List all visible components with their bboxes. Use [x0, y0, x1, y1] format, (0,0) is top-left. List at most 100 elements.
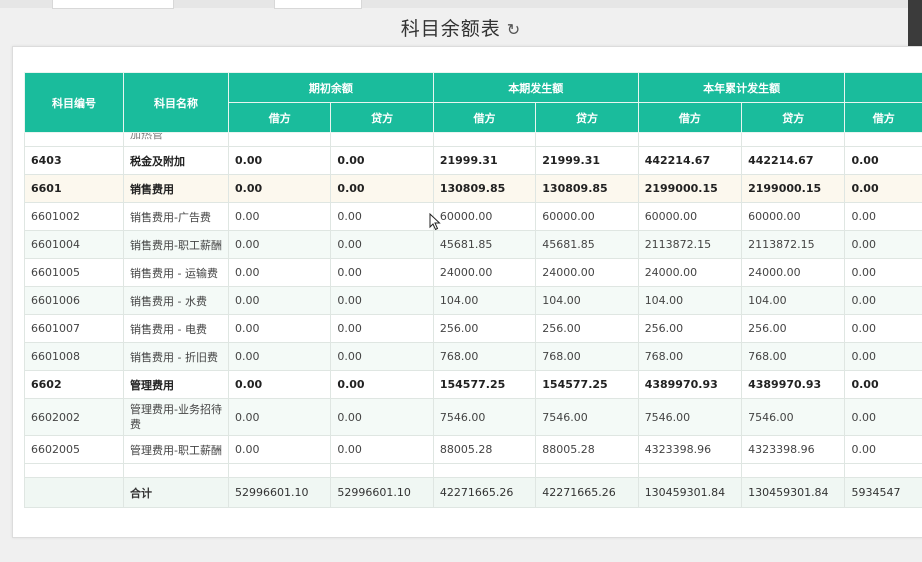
cell-value: 0.00 — [845, 399, 922, 436]
cell-value: 2113872.15 — [638, 231, 741, 259]
table-row[interactable]: 6602002 管理费用-业务招待费 0.00 0.00 7546.00 754… — [25, 399, 922, 436]
table-row[interactable]: 6601004 销售费用-职工薪酬 0.00 0.00 45681.85 456… — [25, 231, 922, 259]
cell-value: 0.00 — [845, 175, 922, 203]
footer-label: 合计 — [124, 478, 229, 508]
cell-value: 88005.28 — [536, 436, 638, 464]
cell-value: 7546.00 — [638, 399, 741, 436]
cell — [742, 464, 845, 478]
cell-value: 154577.25 — [536, 371, 638, 399]
cell-value: 0.00 — [331, 147, 433, 175]
table-row[interactable]: 6601007 销售费用 - 电费 0.00 0.00 256.00 256.0… — [25, 315, 922, 343]
table-row[interactable]: 6601005 销售费用 - 运输费 0.00 0.00 24000.00 24… — [25, 259, 922, 287]
cell-name: 销售费用-职工薪酬 — [124, 231, 229, 259]
cell — [331, 133, 433, 147]
cell-value: 0.00 — [331, 343, 433, 371]
cell — [25, 464, 124, 478]
cell-value: 24000.00 — [638, 259, 741, 287]
footer-value: 42271665.26 — [536, 478, 638, 508]
cell-value: 88005.28 — [433, 436, 535, 464]
col-header-credit[interactable]: 贷方 — [331, 103, 433, 133]
cell — [25, 478, 124, 508]
cell-value: 0.00 — [229, 343, 331, 371]
cell-value: 24000.00 — [433, 259, 535, 287]
footer-value: 130459301.84 — [742, 478, 845, 508]
table-row[interactable]: 6601008 销售费用 - 折旧费 0.00 0.00 768.00 768.… — [25, 343, 922, 371]
cell-name: 加热管 — [124, 133, 229, 147]
col-header-credit[interactable]: 贷方 — [742, 103, 845, 133]
footer-value: 5934547 — [845, 478, 922, 508]
cell-value: 0.00 — [845, 371, 922, 399]
cell-value: 154577.25 — [433, 371, 535, 399]
cell-value: 60000.00 — [536, 203, 638, 231]
cell-value: 0.00 — [331, 399, 433, 436]
cell-value: 104.00 — [742, 287, 845, 315]
cell-code: 6601008 — [25, 343, 124, 371]
table-viewport[interactable]: 科目编号 科目名称 期初余额 本期发生额 本年累计发生额 借方 贷方 借方 贷方… — [24, 72, 922, 562]
cell — [638, 133, 741, 147]
footer-value: 52996601.10 — [331, 478, 433, 508]
cell — [845, 133, 922, 147]
cell-value: 0.00 — [845, 203, 922, 231]
cell-code: 6602002 — [25, 399, 124, 436]
table-row[interactable]: 6601002 销售费用-广告费 0.00 0.00 60000.00 6000… — [25, 203, 922, 231]
cell-name: 销售费用 - 运输费 — [124, 259, 229, 287]
col-header-debit-partial[interactable]: 借方 — [845, 103, 922, 133]
cell-value: 104.00 — [536, 287, 638, 315]
page-title-text: 科目余额表 — [401, 18, 501, 40]
nav-tab[interactable] — [52, 0, 174, 9]
cell-value: 104.00 — [638, 287, 741, 315]
cell-value: 0.00 — [845, 287, 922, 315]
cell — [742, 133, 845, 147]
cell-name: 管理费用 — [124, 371, 229, 399]
cell-value: 0.00 — [845, 343, 922, 371]
col-header-debit[interactable]: 借方 — [433, 103, 535, 133]
report-panel: 科目编号 科目名称 期初余额 本期发生额 本年累计发生额 借方 贷方 借方 贷方… — [12, 46, 922, 538]
cell-code: 6602005 — [25, 436, 124, 464]
col-header-code[interactable]: 科目编号 — [25, 73, 124, 133]
col-header-debit[interactable]: 借方 — [229, 103, 331, 133]
refresh-icon[interactable]: ↻ — [507, 20, 521, 39]
balance-table: 科目编号 科目名称 期初余额 本期发生额 本年累计发生额 借方 贷方 借方 贷方… — [24, 72, 922, 508]
col-group-ytd: 本年累计发生额 — [638, 73, 845, 103]
cell-value: 0.00 — [331, 315, 433, 343]
cell-value: 256.00 — [536, 315, 638, 343]
cell-name: 管理费用-职工薪酬 — [124, 436, 229, 464]
col-header-name[interactable]: 科目名称 — [124, 73, 229, 133]
cell-name: 销售费用-广告费 — [124, 203, 229, 231]
cell-value: 0.00 — [331, 436, 433, 464]
table-row-highlighted[interactable]: 6601 销售费用 0.00 0.00 130809.85 130809.85 … — [25, 175, 922, 203]
col-header-credit[interactable]: 贷方 — [536, 103, 638, 133]
cell-value: 0.00 — [331, 203, 433, 231]
cell-value: 256.00 — [638, 315, 741, 343]
cell-value: 60000.00 — [433, 203, 535, 231]
cell-value: 24000.00 — [742, 259, 845, 287]
cell-name-text: 加热管 — [130, 133, 222, 143]
table-row-partial[interactable]: 加热管 — [25, 133, 922, 147]
table-row[interactable]: 6601006 销售费用 - 水费 0.00 0.00 104.00 104.0… — [25, 287, 922, 315]
cell-value: 442214.67 — [742, 147, 845, 175]
cell-value: 104.00 — [433, 287, 535, 315]
col-header-debit[interactable]: 借方 — [638, 103, 741, 133]
cell — [433, 464, 535, 478]
cell-value: 2113872.15 — [742, 231, 845, 259]
browser-tab-strip — [0, 0, 922, 8]
cell-name: 销售费用 - 折旧费 — [124, 343, 229, 371]
cell-value: 0.00 — [845, 315, 922, 343]
table-row[interactable]: 6602 管理费用 0.00 0.00 154577.25 154577.25 … — [25, 371, 922, 399]
cell-value: 768.00 — [433, 343, 535, 371]
cell-value: 0.00 — [331, 259, 433, 287]
table-row[interactable]: 6403 税金及附加 0.00 0.00 21999.31 21999.31 4… — [25, 147, 922, 175]
cell-value: 0.00 — [229, 147, 331, 175]
table-row-partial[interactable] — [25, 464, 922, 478]
cell-value: 0.00 — [229, 371, 331, 399]
cell-value: 0.00 — [229, 399, 331, 436]
cell-code: 6601007 — [25, 315, 124, 343]
table-row[interactable]: 6602005 管理费用-职工薪酬 0.00 0.00 88005.28 880… — [25, 436, 922, 464]
cell-value: 0.00 — [331, 175, 433, 203]
cell — [25, 133, 124, 147]
nav-tab-active[interactable] — [274, 0, 362, 9]
cell-value: 7546.00 — [536, 399, 638, 436]
table-footer-row: 合计 52996601.10 52996601.10 42271665.26 4… — [25, 478, 922, 508]
cell — [536, 133, 638, 147]
cell-value: 21999.31 — [536, 147, 638, 175]
